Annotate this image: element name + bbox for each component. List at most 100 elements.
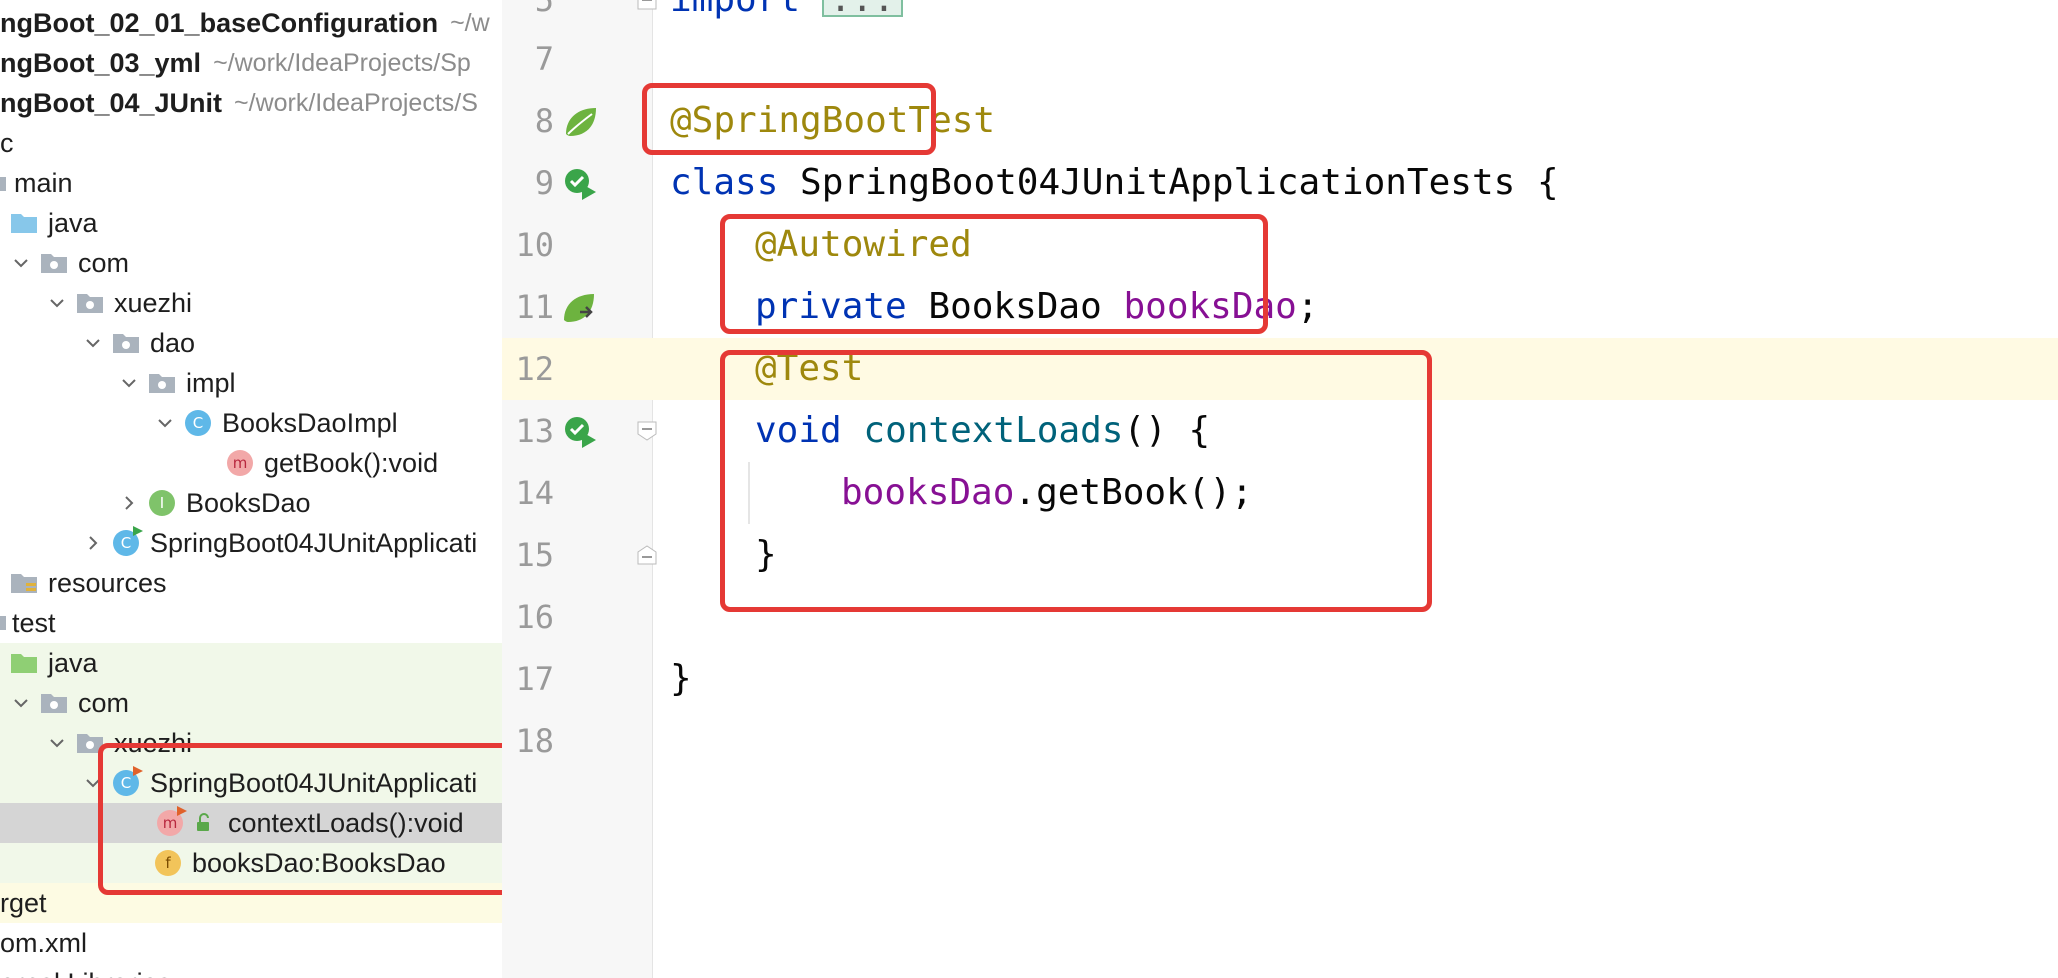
spring-boot-application-class-icon: C [112,526,143,557]
line-number: 15 [515,536,554,574]
package-icon [40,689,68,717]
code-editor[interactable]: 5 import ... 7 8 @SpringBootTest 9 class… [502,0,2058,978]
tree-node-main-java[interactable]: java [0,203,502,243]
tree-node-label: java [48,207,98,238]
tree-node-dao[interactable]: dao [0,323,502,363]
tree-node-label: impl [186,367,236,398]
highlight-box-test-tree [98,743,502,895]
project-name: ngBoot_03_yml [0,47,202,78]
chevron-down-icon[interactable] [10,252,32,274]
project-path: ~/work/IdeaProjects/Sp [213,48,471,77]
fold-marker-icon[interactable] [636,544,658,566]
code-text: class SpringBoot04JUnitApplicationTests … [670,162,1559,203]
line-number: 7 [534,40,554,78]
method-icon: m [226,449,254,477]
tree-node-resources[interactable]: resources [0,563,502,603]
tree-node-src[interactable]: c [0,123,502,163]
tree-node-pom[interactable]: om.xml [0,923,502,963]
tree-node-label: test [12,607,56,638]
resources-folder-icon [10,569,38,597]
code-line-17[interactable]: 17 } [502,648,2058,710]
source-folder-icon [10,209,38,237]
tree-node-label: dao [150,327,196,358]
code-line-18[interactable]: 18 [502,710,2058,772]
tree-node-main[interactable]: main [0,163,502,203]
code-text: } [670,658,692,699]
line-number: 10 [515,226,554,264]
spring-leaf-icon[interactable] [562,104,598,140]
tree-node-label: main [14,167,73,198]
project-node-yml[interactable]: ngBoot_03_yml ~/work/IdeaProjects/Sp [0,43,502,83]
tree-node-label: resources [48,567,167,598]
tree-node-external-libraries[interactable]: ernal Libraries [0,963,502,978]
tree-node-label: com [78,687,130,718]
line-number: 18 [515,722,554,760]
line-number: 8 [534,102,554,140]
run-test-icon[interactable] [562,166,598,202]
interface-icon: I [148,489,176,517]
folded-imports[interactable]: ... [821,0,903,18]
tree-node-label: xuezhi [114,287,193,318]
chevron-down-icon[interactable] [154,412,176,434]
folder-icon [0,169,6,197]
code-line-9[interactable]: 9 class SpringBoot04JUnitApplicationTest… [502,152,2058,214]
package-icon [112,329,140,357]
code-text: import ... [670,0,903,31]
tree-node-label: ernal Libraries [0,968,171,978]
chevron-right-icon[interactable] [82,532,104,554]
code-line-5[interactable]: 5 import ... [502,0,2058,31]
chevron-down-icon[interactable] [10,692,32,714]
chevron-down-icon[interactable] [118,372,140,394]
tree-node-label: BooksDao [186,487,311,518]
line-number: 12 [515,350,554,388]
chevron-down-icon[interactable] [46,292,68,314]
package-icon [148,369,176,397]
tree-node-impl[interactable]: impl [0,363,502,403]
run-test-icon[interactable] [562,414,598,450]
tree-node-label: BooksDaoImpl [222,407,398,438]
tree-node-label: com [78,247,130,278]
project-node-base-configuration[interactable]: ngBoot_02_01_baseConfiguration ~/w [0,3,502,43]
highlight-box-test-method [720,350,1432,612]
tree-node-label: om.xml [0,927,87,958]
tree-node-label: getBook():void [264,447,439,478]
tree-node-label: java [48,647,98,678]
tree-node-test-com[interactable]: com [0,683,502,723]
chevron-right-icon[interactable] [118,492,140,514]
project-path: ~/work/IdeaProjects/S [234,88,478,117]
class-icon: C [184,409,212,437]
project-node-junit[interactable]: ngBoot_04_JUnit ~/work/IdeaProjects/S [0,83,502,123]
project-name: ngBoot_02_01_baseConfiguration [0,7,439,38]
package-icon [76,289,104,317]
line-number: 16 [515,598,554,636]
chevron-down-icon[interactable] [82,332,104,354]
line-number: 17 [515,660,554,698]
tree-node-label: c [0,127,14,158]
code-line-7[interactable]: 7 [502,28,2058,90]
tree-node-label: SpringBoot04JUnitApplicati [150,527,478,558]
tree-node-label: rget [0,887,47,918]
tree-node-test[interactable]: test [0,603,502,643]
project-name: ngBoot_04_JUnit [0,87,223,118]
tree-node-main-xuezhi[interactable]: xuezhi [0,283,502,323]
spring-bean-navigate-icon[interactable] [562,290,598,326]
tree-node-main-application[interactable]: C SpringBoot04JUnitApplicati [0,523,502,563]
tree-node-main-com[interactable]: com [0,243,502,283]
tree-node-books-dao-impl[interactable]: C BooksDaoImpl [0,403,502,443]
package-icon [40,249,68,277]
test-source-folder-icon [10,649,38,677]
line-number: 11 [515,288,554,326]
highlight-box-autowired [720,214,1268,334]
line-number: 14 [515,474,554,512]
highlight-box-springboottest [642,83,936,155]
project-path: ~/w [450,8,490,37]
line-number: 9 [534,164,554,202]
tree-node-get-book[interactable]: m getBook():void [0,443,502,483]
tree-node-books-dao[interactable]: I BooksDao [0,483,502,523]
fold-marker-icon[interactable] [636,0,658,11]
chevron-down-icon[interactable] [46,732,68,754]
tree-node-test-java[interactable]: java [0,643,502,683]
line-number: 5 [534,0,554,19]
line-number: 13 [515,412,554,450]
fold-marker-icon[interactable] [636,420,658,442]
